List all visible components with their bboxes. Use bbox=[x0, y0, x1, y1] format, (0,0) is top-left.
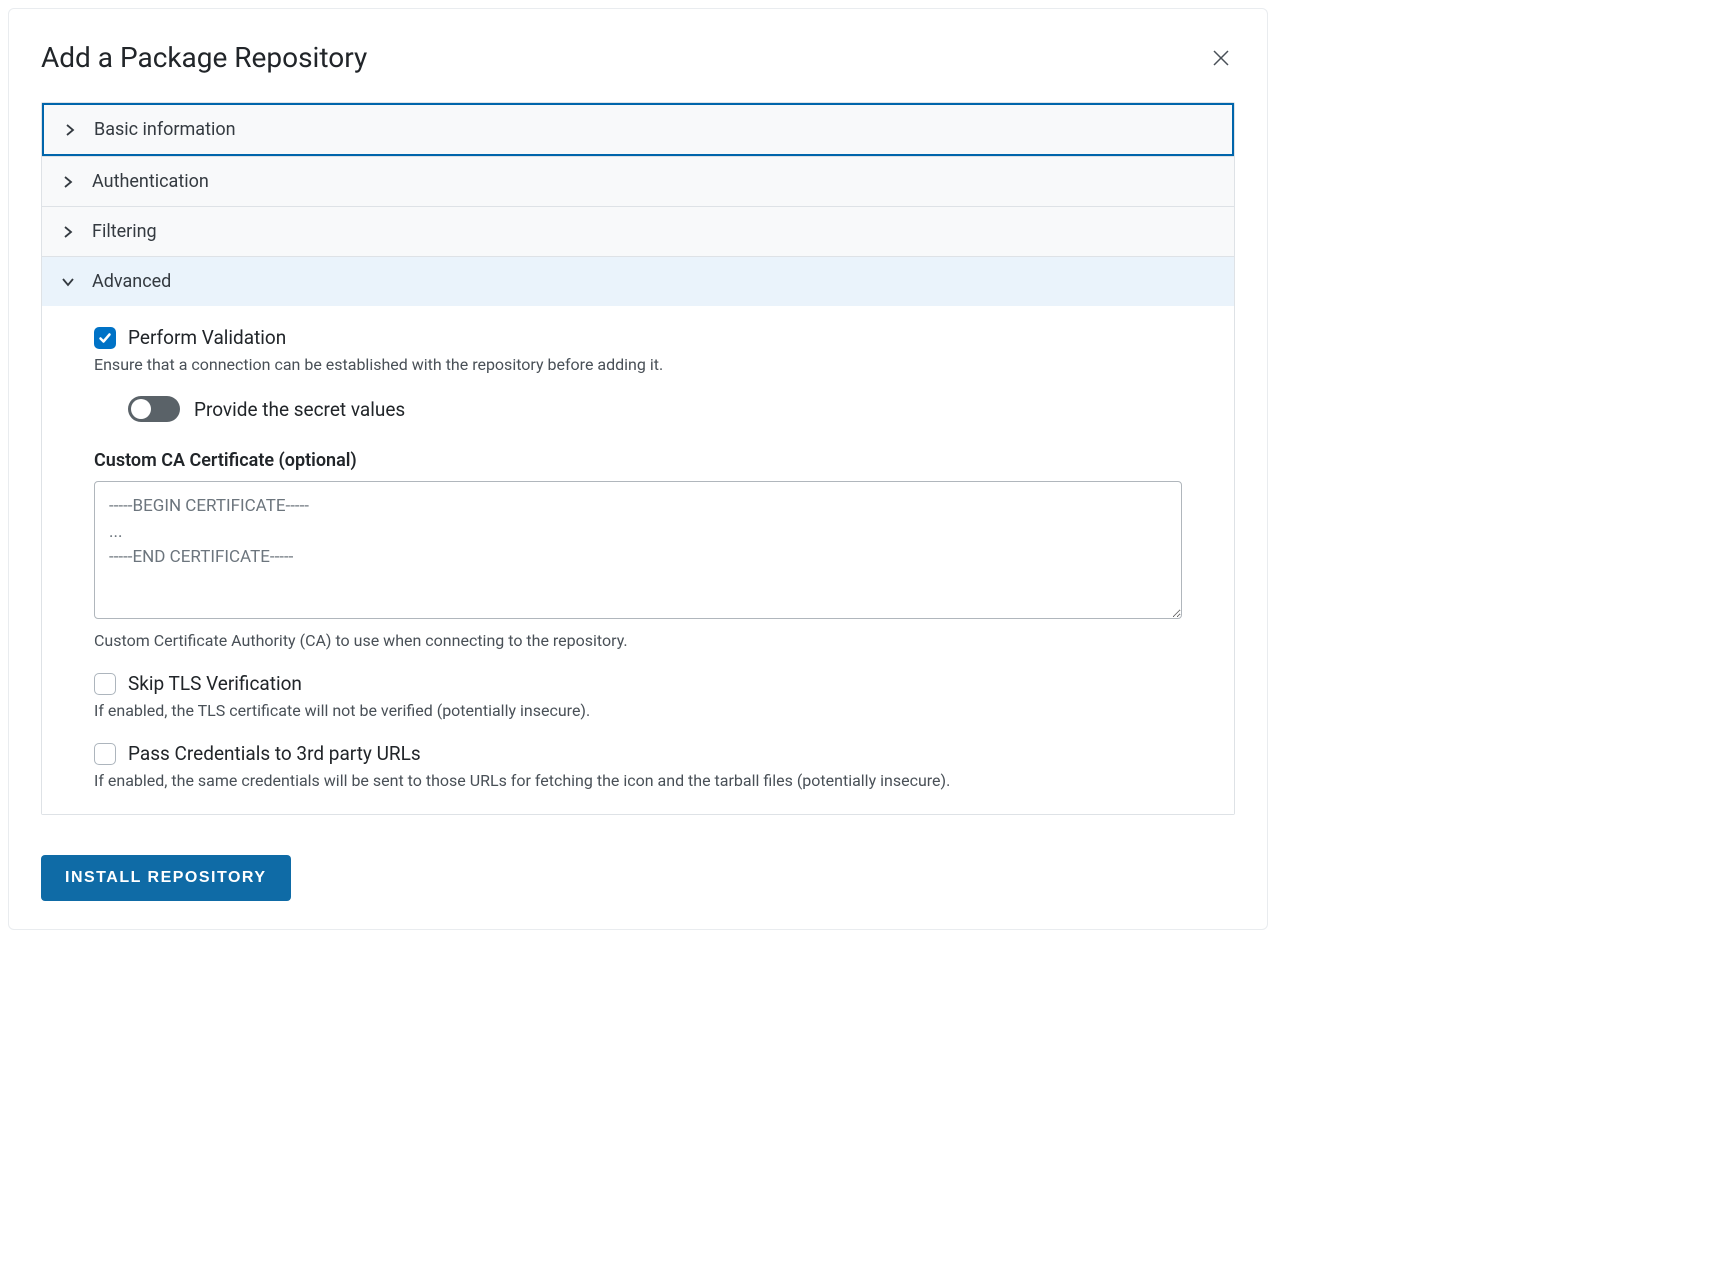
pass-credentials-checkbox[interactable] bbox=[94, 743, 116, 765]
pass-credentials-label: Pass Credentials to 3rd party URLs bbox=[128, 742, 421, 765]
perform-validation-label: Perform Validation bbox=[128, 326, 286, 349]
close-icon bbox=[1211, 48, 1231, 68]
provide-secret-toggle[interactable] bbox=[128, 396, 180, 422]
perform-validation-checkbox[interactable] bbox=[94, 327, 116, 349]
add-repository-modal: Add a Package Repository Basic informati… bbox=[8, 8, 1268, 930]
accordion-header-basic-info[interactable]: Basic information bbox=[42, 103, 1234, 156]
accordion-header-filtering[interactable]: Filtering bbox=[42, 207, 1234, 256]
accordion-label-filtering: Filtering bbox=[92, 221, 157, 242]
skip-tls-checkbox[interactable] bbox=[94, 673, 116, 695]
provide-secret-field: Provide the secret values bbox=[128, 396, 1182, 422]
install-repository-button[interactable]: Install Repository bbox=[41, 855, 291, 901]
skip-tls-label: Skip TLS Verification bbox=[128, 672, 302, 695]
pass-credentials-field: Pass Credentials to 3rd party URLs If en… bbox=[94, 742, 1182, 790]
pass-credentials-help: If enabled, the same credentials will be… bbox=[94, 771, 1182, 790]
chevron-down-icon bbox=[60, 274, 76, 290]
accordion-header-authentication[interactable]: Authentication bbox=[42, 157, 1234, 206]
skip-tls-help: If enabled, the TLS certificate will not… bbox=[94, 701, 1182, 720]
skip-tls-field: Skip TLS Verification If enabled, the TL… bbox=[94, 672, 1182, 720]
provide-secret-label: Provide the secret values bbox=[194, 398, 405, 421]
custom-ca-help: Custom Certificate Authority (CA) to use… bbox=[94, 631, 1182, 650]
accordion-item-advanced: Advanced Perform Validation Ensure that … bbox=[42, 257, 1234, 814]
close-button[interactable] bbox=[1207, 44, 1235, 72]
accordion-item-basic-info: Basic information bbox=[42, 103, 1234, 157]
accordion-item-filtering: Filtering bbox=[42, 207, 1234, 257]
check-icon bbox=[98, 331, 112, 345]
chevron-right-icon bbox=[60, 224, 76, 240]
custom-ca-textarea[interactable] bbox=[94, 481, 1182, 619]
custom-ca-label: Custom CA Certificate (optional) bbox=[94, 450, 1182, 471]
accordion-label-advanced: Advanced bbox=[92, 271, 171, 292]
modal-header: Add a Package Repository bbox=[41, 41, 1235, 74]
custom-ca-field: Custom CA Certificate (optional) Custom … bbox=[94, 450, 1182, 650]
accordion-header-advanced[interactable]: Advanced bbox=[42, 257, 1234, 306]
accordion: Basic information Authentication Filteri… bbox=[41, 102, 1235, 815]
modal-title: Add a Package Repository bbox=[41, 41, 367, 74]
accordion-label-authentication: Authentication bbox=[92, 171, 209, 192]
toggle-knob bbox=[131, 399, 151, 419]
perform-validation-field: Perform Validation Ensure that a connect… bbox=[94, 326, 1182, 374]
chevron-right-icon bbox=[62, 122, 78, 138]
perform-validation-help: Ensure that a connection can be establis… bbox=[94, 355, 1182, 374]
chevron-right-icon bbox=[60, 174, 76, 190]
advanced-content: Perform Validation Ensure that a connect… bbox=[42, 306, 1234, 814]
accordion-label-basic-info: Basic information bbox=[94, 119, 236, 140]
accordion-item-authentication: Authentication bbox=[42, 157, 1234, 207]
